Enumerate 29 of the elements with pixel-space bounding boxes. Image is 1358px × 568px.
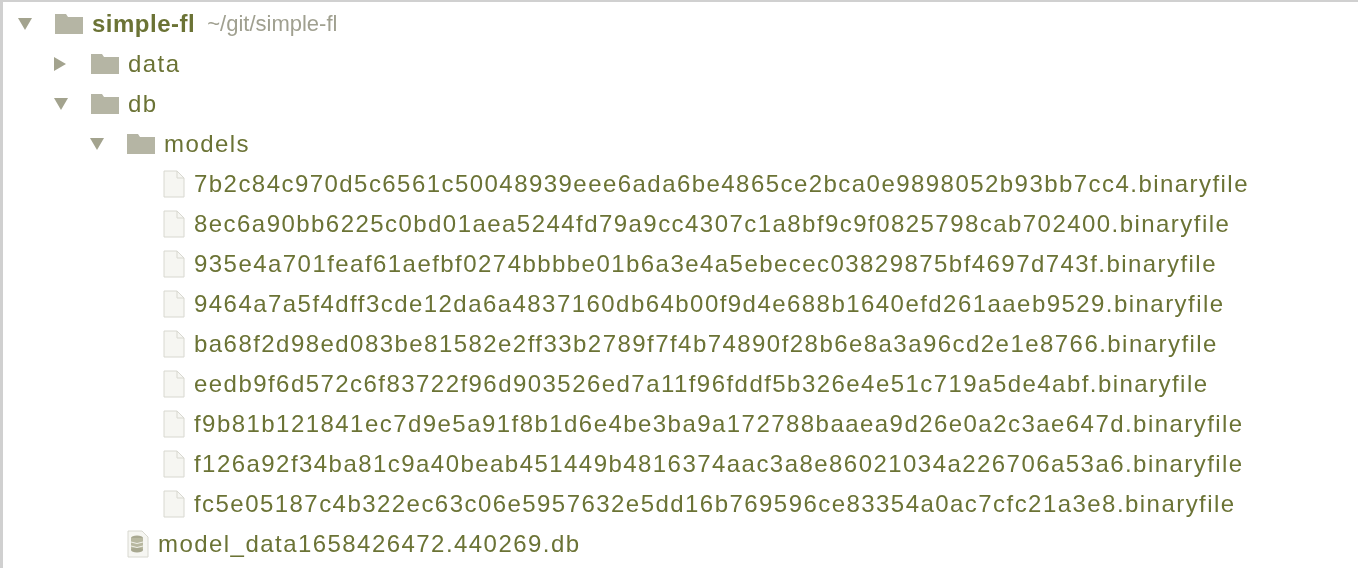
folder-name[interactable]: data [128, 50, 181, 78]
file-name[interactable]: 9464a7a5f4dff3cde12da6a4837160db64b00f9d4e688b1640efd261aaeb9529.binaryfile [194, 290, 1225, 318]
project-path: ~/git/simple-fl [207, 11, 338, 37]
folder-icon [91, 94, 119, 114]
file-icon [163, 250, 185, 278]
file-name[interactable]: 7b2c84c970d5c6561c50048939eee6ada6be4865ce2bca0e9898052b93bb7cc4.binaryfile [194, 170, 1249, 198]
folder-icon [91, 54, 119, 74]
database-file-icon [127, 530, 149, 558]
folder-name[interactable]: db [128, 90, 158, 118]
file-icon [163, 290, 185, 318]
folder-name[interactable]: models [164, 130, 251, 158]
file-icon [163, 410, 185, 438]
file-name[interactable]: f126a92f34ba81c9a40beab451449b4816374aac3a8e86021034a226706a53a6.binaryfile [194, 450, 1244, 478]
file-name[interactable]: ba68f2d98ed083be81582e2ff33b2789f7f4b74890f28b6e8a3a96cd2e1e8766.binaryfile [194, 330, 1218, 358]
file-name[interactable]: 935e4a701feaf61aefbf0274bbbbe01b6a3e4a5ebecec03829875bf4697d743f.binaryfile [194, 250, 1217, 278]
file-name[interactable]: eedb9f6d572c6f83722f96d903526ed7a11f96fddf5b326e4e51c719a5de4abf.binaryfile [194, 370, 1209, 398]
file-icon [163, 210, 185, 238]
file-icon [163, 370, 185, 398]
file-name[interactable]: model_data1658426472.440269.db [158, 530, 581, 558]
file-icon [163, 450, 185, 478]
file-name[interactable]: fc5e05187c4b322ec63c06e5957632e5dd16b769596ce83354a0ac7cfc21a3e8.binaryfile [194, 490, 1236, 518]
file-name[interactable]: 8ec6a90bb6225c0bd01aea5244fd79a9cc4307c1a8bf9c9f0825798cab702400.binaryfile [194, 210, 1231, 238]
folder-icon [127, 134, 155, 154]
file-name[interactable]: f9b81b121841ec7d9e5a91f8b1d6e4be3ba9a172788baaea9d26e0a2c3ae647d.binaryfile [194, 410, 1244, 438]
file-icon [163, 330, 185, 358]
folder-icon [55, 14, 83, 34]
file-icon [163, 490, 185, 518]
project-name[interactable]: simple-fl [92, 10, 196, 38]
file-icon [163, 170, 185, 198]
